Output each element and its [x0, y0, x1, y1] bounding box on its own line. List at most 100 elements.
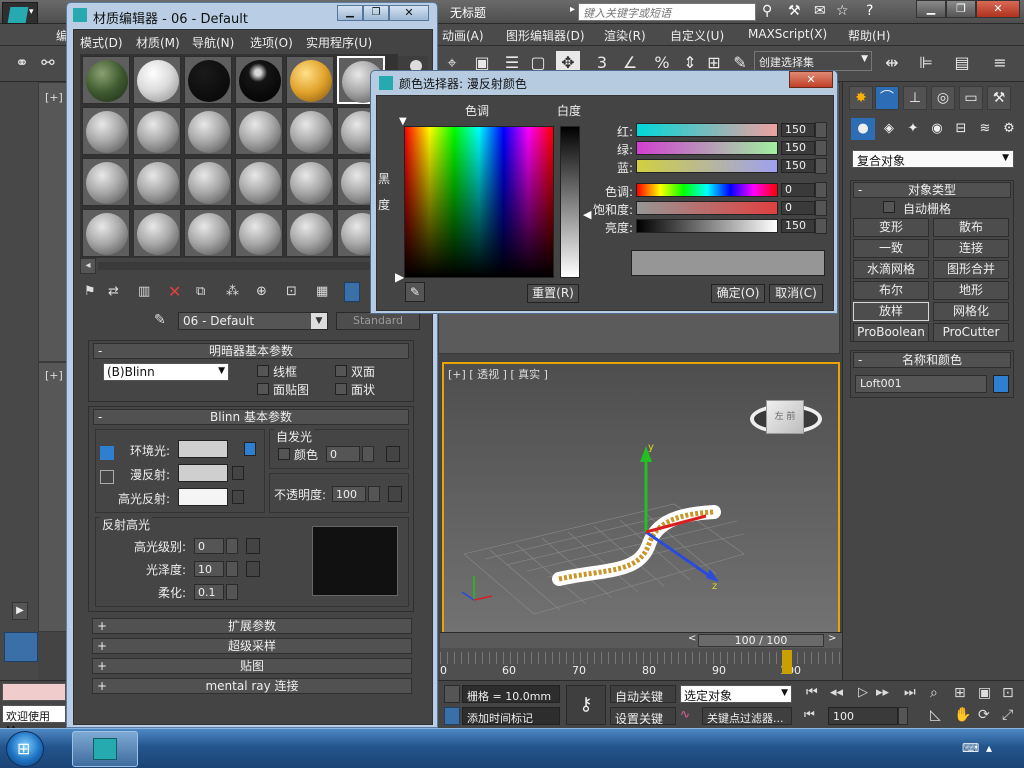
shapemerge-button[interactable]: 图形合并 — [933, 260, 1009, 279]
menu-modes[interactable]: 模式(D) — [80, 34, 123, 51]
lights-icon[interactable]: ✦ — [901, 118, 925, 140]
put-to-scene-icon[interactable]: ⇄ — [108, 284, 119, 299]
expand-search-icon[interactable]: ▸ — [570, 4, 575, 15]
play-icon[interactable]: ▶ — [12, 602, 28, 620]
connect-button[interactable]: 连接 — [933, 239, 1009, 258]
help-icon[interactable]: ? — [866, 3, 873, 19]
object-category-dropdown[interactable]: 复合对象 ▼ — [852, 150, 1014, 168]
communication-icon[interactable]: ✉ — [814, 3, 826, 19]
show-map-icon[interactable]: ▦ — [316, 284, 328, 299]
assign-material-icon[interactable]: ▥ — [138, 284, 150, 299]
show-end-result-icon[interactable] — [344, 282, 360, 302]
menu-material[interactable]: 材质(M) — [136, 34, 180, 51]
reset-button[interactable]: 重置(R) — [527, 284, 579, 303]
sample-slot[interactable] — [184, 209, 232, 257]
material-type-button[interactable]: Standard — [336, 312, 420, 330]
close-button[interactable]: ✕ — [789, 71, 833, 88]
loft-button[interactable]: 放样 — [853, 302, 929, 321]
rollout-maps[interactable]: + 贴图 — [92, 658, 412, 674]
menu-animation[interactable]: 动画(A) — [442, 27, 484, 44]
morph-button[interactable]: 变形 — [853, 218, 929, 237]
time-slider[interactable]: < 100 / 100 > — [440, 632, 842, 648]
sample-slot[interactable] — [286, 56, 334, 104]
self-illum-spinner[interactable] — [362, 446, 374, 462]
sample-slot[interactable] — [235, 158, 283, 206]
material-id-icon[interactable]: ⊡ — [286, 284, 297, 299]
blue-input[interactable]: 150 — [781, 159, 815, 173]
object-color-swatch[interactable] — [993, 375, 1009, 393]
green-spinner[interactable] — [815, 140, 827, 156]
viewcube[interactable]: 左 前 — [766, 400, 804, 434]
search-input[interactable]: 键入关键字或短语 — [578, 3, 756, 21]
named-selection-set-dropdown[interactable]: 创建选择集 ▼ — [754, 51, 872, 71]
restore-button[interactable]: ❐ — [946, 0, 976, 18]
rollout-extended-params[interactable]: + 扩展参数 — [92, 618, 412, 634]
conform-button[interactable]: 一致 — [853, 239, 929, 258]
key-curve-icon[interactable]: ∿ — [680, 707, 700, 725]
sample-slot[interactable] — [133, 56, 181, 104]
gizmo-z-axis[interactable] — [645, 530, 715, 581]
blue-slider[interactable] — [636, 159, 778, 173]
next-frame-icon[interactable]: > — [828, 633, 836, 644]
sample-slot[interactable] — [184, 56, 232, 104]
play-animation-icon[interactable]: ▷ — [858, 685, 868, 700]
sample-slot[interactable] — [184, 107, 232, 155]
field-of-view-icon[interactable]: ◺ — [930, 707, 941, 723]
procutter-button[interactable]: ProCutter — [933, 323, 1009, 342]
make-unique-icon[interactable]: ⁂ — [226, 284, 239, 299]
glossiness-map-button[interactable] — [246, 561, 260, 577]
lock-icon[interactable] — [244, 442, 256, 456]
red-slider[interactable] — [636, 123, 778, 137]
spec-level-spinner[interactable] — [226, 538, 238, 554]
rollout-header[interactable]: - 明暗器基本参数 — [93, 343, 409, 359]
rollout-supersampling[interactable]: + 超级采样 — [92, 638, 412, 654]
pan-icon[interactable]: ✋ — [954, 707, 971, 723]
menu-maxscript[interactable]: MAXScript(X) — [748, 27, 827, 41]
frame-spinner[interactable] — [898, 707, 908, 725]
viewport-label[interactable]: [+] — [45, 91, 63, 104]
cancel-button[interactable]: 取消(C) — [769, 284, 823, 303]
spacewarps-icon[interactable]: ≋ — [973, 118, 997, 140]
motion-tab-icon[interactable]: ◎ — [931, 86, 955, 110]
ok-button[interactable]: 确定(O) — [711, 284, 765, 303]
maximize-button[interactable]: ❐ — [363, 5, 389, 21]
sample-slot[interactable] — [286, 209, 334, 257]
key-mode-dropdown[interactable]: 选定对象 ▼ — [680, 685, 792, 703]
saturation-spinner[interactable] — [815, 200, 827, 216]
object-name-input[interactable]: Loft001 — [855, 375, 987, 393]
prev-key-icon[interactable]: ◂◂ — [830, 685, 843, 700]
faceted-checkbox[interactable] — [335, 383, 347, 395]
taskbar-3dsmax[interactable] — [72, 731, 138, 767]
zoom-all-icon[interactable]: ⊞ — [954, 685, 966, 701]
sample-slot[interactable] — [82, 158, 130, 206]
app-menu-button[interactable]: ▾ — [2, 2, 38, 24]
systems-icon[interactable]: ⚙ — [997, 118, 1021, 140]
get-material-icon[interactable]: ⚑ — [84, 284, 96, 299]
value-slider[interactable] — [636, 219, 778, 233]
zoom-icon[interactable]: ⌕ — [930, 685, 938, 701]
menu-utilities[interactable]: 实用程序(U) — [306, 34, 372, 51]
geometry-icon[interactable]: ● — [851, 118, 875, 140]
viewport-top-left[interactable]: [+] — [38, 82, 68, 362]
red-input[interactable]: 150 — [781, 123, 815, 137]
soften-input[interactable]: 0.1 — [194, 584, 224, 600]
sample-slot[interactable] — [82, 209, 130, 257]
opacity-input[interactable]: 100 — [332, 486, 366, 502]
subscription-icon[interactable]: ⚒ — [788, 3, 801, 19]
go-to-end-icon[interactable]: ⏭ — [904, 685, 916, 700]
set-key-button[interactable]: 设置关键点 — [610, 707, 676, 743]
viewport-label[interactable]: [+] — [45, 369, 63, 382]
menu-help[interactable]: 帮助(H) — [848, 27, 890, 44]
eyedropper-icon[interactable]: ✎ — [405, 282, 425, 302]
scatter-button[interactable]: 散布 — [933, 218, 1009, 237]
sample-slot[interactable] — [82, 107, 130, 155]
blackness-pointer-icon[interactable]: ▶ — [395, 270, 404, 284]
sample-slot[interactable] — [286, 107, 334, 155]
hue-slider[interactable] — [636, 183, 778, 197]
lock-ambient-diffuse-icon[interactable] — [100, 446, 114, 460]
red-spinner[interactable] — [815, 122, 827, 138]
copy-material-icon[interactable]: ⧉ — [196, 284, 205, 299]
eyedropper-icon[interactable]: ✎ — [154, 312, 166, 328]
specular-map-button[interactable] — [232, 490, 244, 504]
cameras-icon[interactable]: ◉ — [925, 118, 949, 140]
